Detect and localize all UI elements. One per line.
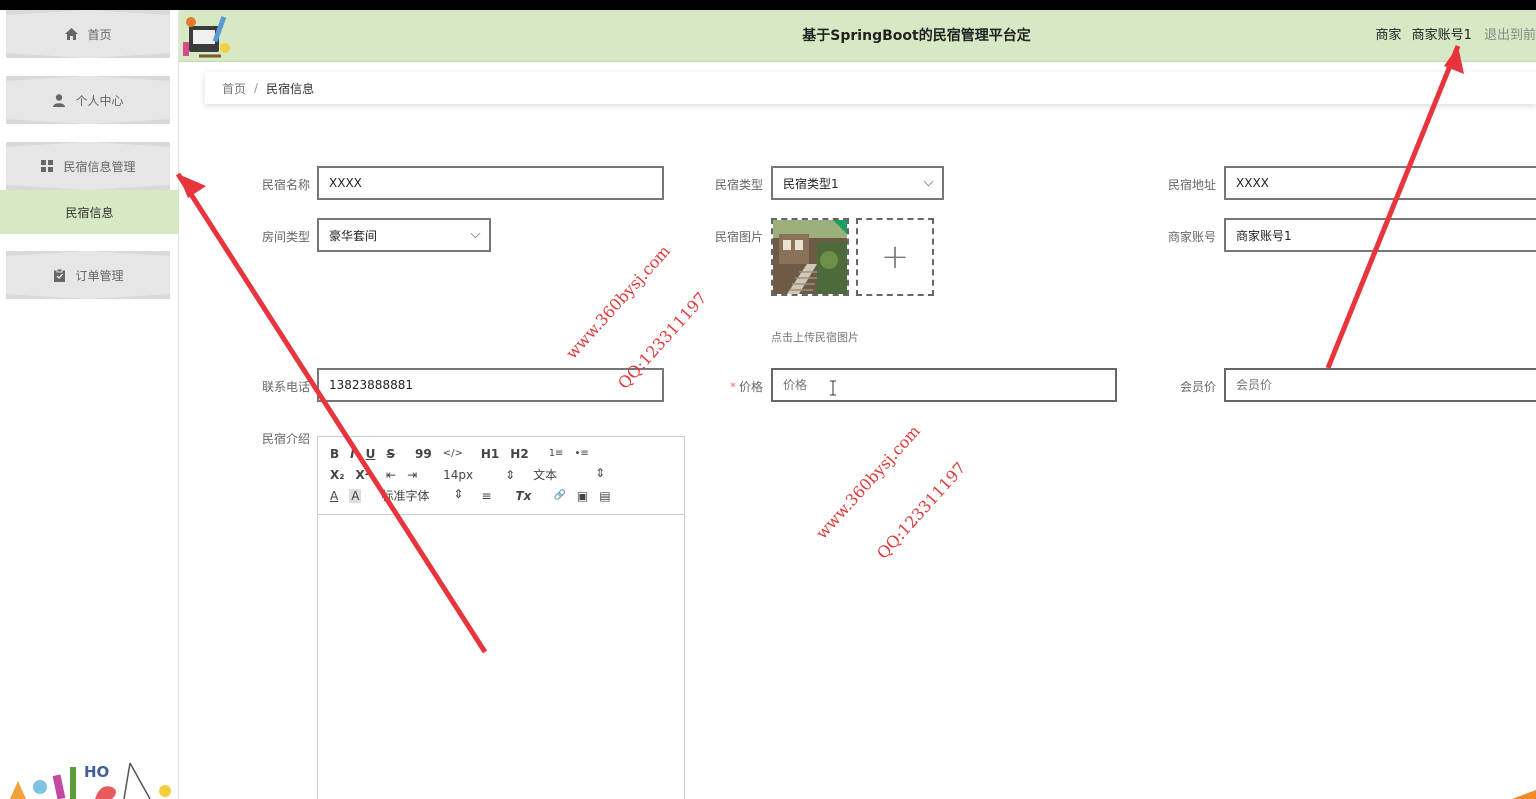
merchant-value: 商家账号1 [1236,228,1292,243]
sidebar-item-label: 订单管理 [75,268,124,283]
svg-text:HO: HO [84,763,109,781]
sidebar-item-label: 个人中心 [75,93,124,108]
price-label: * 价格 [683,378,763,395]
price-input[interactable] [771,368,1117,402]
name-label: 民宿名称 [261,178,310,192]
clipboard-icon [52,268,66,282]
room-type-label: 房间类型 [261,230,310,244]
phone-value: 13823888881 [329,378,413,392]
type-select[interactable]: 民宿类型1 [771,166,944,200]
text-cursor-icon [830,380,836,396]
room-type-select-value: 豪华套间 [329,228,378,243]
font-size-value: 14px [443,467,474,482]
header-select[interactable]: 文本 ⇕ [533,466,605,483]
header2-button[interactable]: H2 [510,447,528,461]
user-area: 商家 商家账号1 退出到前 [1375,10,1536,62]
sidebar-item-homestay-management[interactable]: 民宿信息管理 [6,142,170,190]
grid-icon [40,159,54,173]
updown-icon: ⇕ [505,467,516,482]
breadcrumb-separator: / [254,81,259,95]
rich-text-editor: B I U S 99 </> H1 H2 1≡ •≡ X₂ X² ⇤ ⇥ 14p… [317,436,685,799]
top-black-strip [0,0,1536,10]
header-select-value: 文本 [533,468,558,482]
page-title: 基于SpringBoot的民宿管理平台定 [802,28,1031,44]
address-value: XXXX [1236,176,1269,190]
address-input[interactable]: XXXX [1224,166,1536,200]
type-label: 民宿类型 [714,178,763,192]
bullet-list-button[interactable]: •≡ [574,448,588,459]
price-label-text: 价格 [738,380,763,394]
header1-button[interactable]: H1 [481,447,499,461]
code-block-button[interactable]: </> [443,448,463,459]
plus-icon: + [880,237,910,277]
corner-fragment [1512,790,1536,799]
superscript-button[interactable]: X² [356,468,371,482]
image-button[interactable]: ▣ [577,489,588,503]
bold-button[interactable]: B [330,447,339,461]
updown-icon: ⇕ [453,487,464,501]
strikethrough-button[interactable]: S [386,447,395,461]
text-color-button[interactable]: A [330,489,338,503]
sidebar-subitem-homestay-info[interactable]: 民宿信息 [0,190,179,234]
breadcrumb-current: 民宿信息 [266,81,315,96]
type-select-value: 民宿类型1 [783,176,839,191]
member-price-input[interactable] [1224,368,1536,402]
updown-icon: ⇕ [595,466,606,480]
editor-content-area[interactable] [318,515,684,799]
top-header: 基于SpringBoot的民宿管理平台定 商家 商家账号1 退出到前 [179,10,1536,62]
ordered-list-button[interactable]: 1≡ [549,448,564,459]
breadcrumb-home[interactable]: 首页 [222,80,246,97]
address-label: 民宿地址 [1167,178,1216,192]
phone-input[interactable]: 13823888881 [317,368,664,402]
font-family-select[interactable]: 标准字体 ⇕ [381,487,463,504]
home-icon [64,27,78,41]
intro-label: 民宿介绍 [261,432,310,446]
arrow-head-icon [178,174,206,198]
image-label: 民宿图片 [714,230,763,244]
member-price-label: 会员价 [1179,380,1216,394]
user-role: 商家 [1375,28,1402,43]
image-upload-button[interactable]: + [856,218,934,296]
user-icon [52,93,66,107]
font-size-select[interactable]: 14px ⇕ [443,468,515,482]
merchant-label: 商家账号 [1167,230,1216,244]
italic-button[interactable]: I [350,447,354,461]
sidebar-item-label: 首页 [87,27,112,42]
sidebar-item-label: 民宿信息管理 [63,159,136,174]
sidebar-item-home[interactable]: 首页 [6,10,170,58]
room-type-select[interactable]: 豪华套间 [317,218,491,252]
video-button[interactable]: ▤ [599,489,610,503]
underline-button[interactable]: U [366,447,376,461]
clear-format-button[interactable]: Tx [516,489,532,503]
sidebar-decoration-image: HO [10,762,171,799]
merchant-input[interactable]: 商家账号1 [1224,218,1536,252]
font-family-value: 标准字体 [381,489,430,503]
homestay-photo [773,220,847,294]
user-name: 商家账号1 [1411,28,1472,43]
blockquote-button[interactable]: 99 [415,447,432,461]
required-mark: * [729,380,736,394]
uploaded-image-thumbnail[interactable] [771,218,849,296]
chevron-down-icon [923,176,934,186]
logout-link[interactable]: 退出到前 [1484,28,1536,43]
name-input[interactable]: XXXX [317,166,664,200]
sidebar: 首页 个人中心 民宿信息管理 民宿信息 订单管理 HO [0,10,179,799]
outdent-button[interactable]: ⇤ [386,468,396,482]
breadcrumb: 首页 / 民宿信息 [205,72,1536,104]
editor-toolbar: B I U S 99 </> H1 H2 1≡ •≡ X₂ X² ⇤ ⇥ 14p… [318,437,684,515]
align-button[interactable]: ≡ [481,489,491,503]
chevron-down-icon [470,228,481,238]
phone-label: 联系电话 [261,380,310,394]
sidebar-subitem-label: 民宿信息 [65,205,114,220]
background-color-button[interactable]: A [349,488,362,503]
upload-tip: 点击上传民宿图片 [771,331,859,344]
link-button[interactable]: 🔗 [553,490,565,501]
indent-button[interactable]: ⇥ [407,468,417,482]
subscript-button[interactable]: X₂ [330,468,345,482]
name-value: XXXX [329,176,362,190]
sidebar-item-profile[interactable]: 个人中心 [6,76,170,124]
sidebar-item-orders[interactable]: 订单管理 [6,251,170,299]
